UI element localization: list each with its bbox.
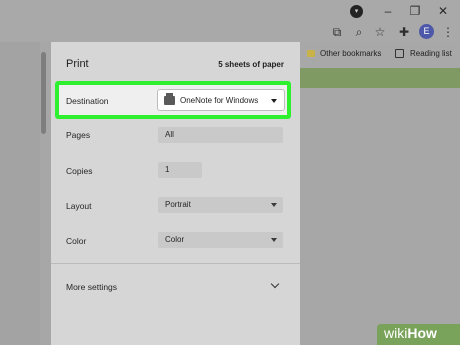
other-bookmarks-link[interactable]: Other bookmarks xyxy=(320,49,381,58)
extensions-icon[interactable]: ✚ xyxy=(397,24,411,40)
copies-label: Copies xyxy=(66,166,93,176)
watermark-logo: wikiHow xyxy=(384,325,437,341)
profile-menu-icon[interactable]: ▾ xyxy=(350,5,363,18)
star-icon[interactable]: ☆ xyxy=(373,24,387,40)
more-menu-icon[interactable]: ⋮ xyxy=(441,24,455,40)
folder-icon xyxy=(307,50,315,57)
color-select[interactable]: Color xyxy=(158,232,283,248)
page-content-preview xyxy=(300,68,460,88)
chevron-down-icon xyxy=(271,238,277,242)
chevron-down-icon xyxy=(271,99,277,103)
divider xyxy=(51,263,300,264)
printer-icon xyxy=(164,93,175,105)
pages-select[interactable]: All xyxy=(158,127,283,143)
reading-list-link[interactable]: Reading list xyxy=(410,49,452,58)
watermark-prefix: wiki xyxy=(384,325,408,341)
close-icon[interactable]: ✕ xyxy=(436,4,450,18)
layout-label: Layout xyxy=(66,201,92,211)
pages-label: Pages xyxy=(66,130,91,140)
color-label: Color xyxy=(66,236,87,246)
destination-select[interactable]: OneNote for Windows xyxy=(157,89,285,111)
page-title: Print xyxy=(66,58,89,70)
sheet-count: 5 sheets of paper xyxy=(218,60,284,69)
layout-select[interactable]: Portrait xyxy=(158,197,283,213)
more-settings-toggle[interactable]: More settings xyxy=(66,282,117,292)
destination-value: OneNote for Windows xyxy=(180,96,259,105)
title-bar: ▾ – ❐ ✕ xyxy=(0,0,460,22)
watermark-suffix: How xyxy=(407,325,437,341)
layout-value: Portrait xyxy=(165,200,191,209)
zoom-icon[interactable]: ⌕ xyxy=(352,24,366,40)
color-value: Color xyxy=(165,235,185,244)
pages-value: All xyxy=(165,130,174,139)
destination-label: Destination xyxy=(66,96,109,106)
copies-input[interactable]: 1 xyxy=(158,162,202,178)
minimize-icon[interactable]: – xyxy=(381,4,395,18)
browser-toolbar xyxy=(0,22,460,42)
copies-value: 1 xyxy=(165,165,170,174)
open-in-page-icon[interactable]: ⧉ xyxy=(330,24,344,40)
avatar[interactable]: E xyxy=(419,24,434,39)
scrollbar[interactable] xyxy=(41,52,46,134)
chevron-down-icon xyxy=(271,203,277,207)
restore-icon[interactable]: ❐ xyxy=(408,4,422,18)
page-background xyxy=(0,42,40,345)
reading-list-icon xyxy=(395,49,404,58)
